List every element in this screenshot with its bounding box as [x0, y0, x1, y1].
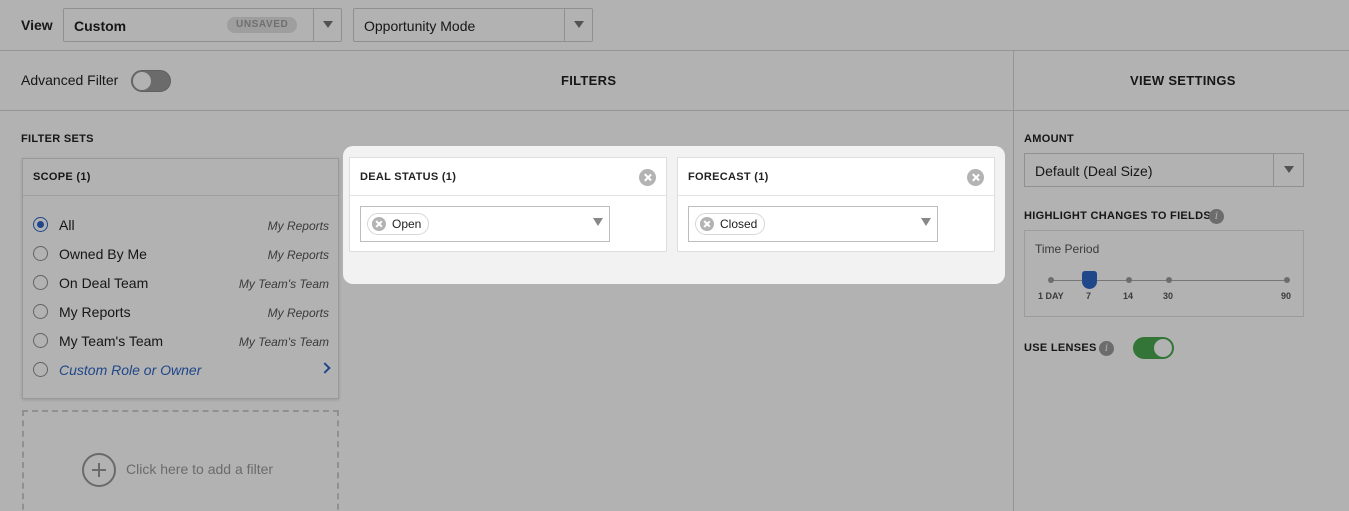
filter-card-title: DEAL STATUS (1) — [360, 171, 457, 183]
filter-card-deal-status: DEAL STATUS (1) Open — [349, 157, 667, 252]
forecast-select[interactable]: Closed — [688, 206, 938, 242]
chip-label: Open — [392, 217, 422, 231]
remove-chip-icon[interactable] — [372, 217, 386, 231]
selected-chip: Closed — [695, 213, 766, 235]
remove-chip-icon[interactable] — [700, 217, 714, 231]
filter-card-header: FORECAST (1) — [678, 158, 994, 196]
close-icon[interactable] — [639, 169, 656, 186]
chip-label: Closed — [720, 217, 758, 231]
highlighted-filters-panel: DEAL STATUS (1) Open FORECAST (1) Closed — [343, 146, 1005, 284]
filter-card-forecast: FORECAST (1) Closed — [677, 157, 995, 252]
close-icon[interactable] — [967, 169, 984, 186]
deal-status-select[interactable]: Open — [360, 206, 610, 242]
chevron-down-icon[interactable] — [921, 218, 931, 226]
app-root: View Custom UNSAVED Opportunity Mode Adv… — [0, 0, 1349, 511]
chevron-down-icon[interactable] — [593, 218, 603, 226]
filter-card-header: DEAL STATUS (1) — [350, 158, 666, 196]
selected-chip: Open — [367, 213, 430, 235]
filter-card-title: FORECAST (1) — [688, 171, 769, 183]
